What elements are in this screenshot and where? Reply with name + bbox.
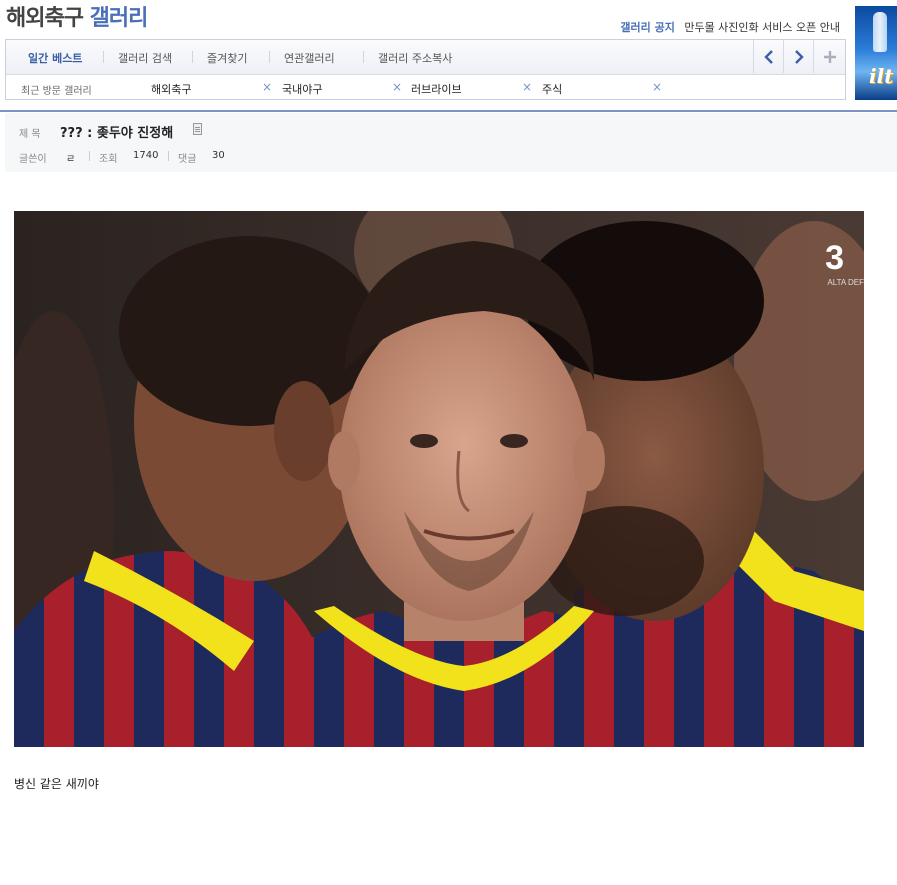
nav-tabs: 일간 베스트 갤러리 검색 즐겨찾기 연관갤러리 갤러리 주소복사 [6, 40, 845, 75]
tab-daily-best[interactable]: 일간 베스트 [28, 50, 82, 66]
notice-link[interactable]: 만두몰 사진인화 서비스 오픈 안내 [684, 21, 840, 34]
ad-logo: ilt [869, 64, 894, 88]
recent-gallery-link[interactable]: 해외축구 [151, 81, 191, 97]
gallery-title-main: 해외축구 [6, 6, 84, 31]
author-label: 글쓴이 [19, 154, 47, 165]
close-icon[interactable]: × [262, 80, 272, 94]
title-label: 제 목 [19, 129, 41, 140]
next-button[interactable] [783, 40, 813, 73]
gallery-title-suffix: 갤러리 [89, 6, 149, 31]
recent-galleries-label: 최근 방문 갤러리 [21, 86, 92, 97]
recent-gallery-link[interactable]: 주식 [542, 81, 562, 97]
gallery-nav: 일간 베스트 갤러리 검색 즐겨찾기 연관갤러리 갤러리 주소복사 최근 방문 … [5, 39, 846, 100]
ad-bottle-image [873, 12, 887, 52]
comments-count[interactable]: 30 [212, 150, 225, 161]
tab-copy-address[interactable]: 갤러리 주소복사 [378, 50, 452, 66]
photo-scene: 3 ALTA DEF [14, 211, 864, 747]
ad-banner[interactable]: ilt [855, 6, 897, 100]
broadcaster-caption: ALTA DEF [827, 278, 864, 287]
tab-gallery-search[interactable]: 갤러리 검색 [118, 50, 172, 66]
close-icon[interactable]: × [522, 80, 532, 94]
comments-label: 댓글 [178, 154, 197, 165]
gallery-notice[interactable]: 갤러리 공지 만두몰 사진인화 서비스 오픈 안내 [620, 21, 840, 35]
tab-related-galleries[interactable]: 연관갤러리 [284, 50, 335, 66]
post-header: 제 목 ??? : 좆두야 진정해 글쓴이 ㄹ 조회 1740 댓글 30 [5, 113, 897, 172]
meta-divider [168, 151, 169, 161]
views-count: 1740 [133, 150, 159, 161]
header-divider [0, 110, 897, 112]
tab-favorites[interactable]: 즐겨찾기 [207, 50, 247, 66]
close-icon[interactable]: × [392, 80, 402, 94]
broadcaster-logo: 3 [825, 239, 844, 277]
add-button[interactable] [813, 40, 845, 73]
recent-gallery-link[interactable]: 국내야구 [282, 81, 322, 97]
post-title: ??? : 좆두야 진정해 [60, 126, 174, 141]
author-name[interactable]: ㄹ [66, 150, 75, 165]
document-icon [193, 123, 202, 135]
notice-label: 갤러리 공지 [620, 21, 675, 34]
chevron-right-icon [794, 49, 804, 64]
gallery-title[interactable]: 해외축구 갤러리 [6, 3, 149, 35]
post-body-text: 병신 같은 새끼야 [14, 777, 99, 791]
post-image: 3 ALTA DEF [14, 211, 864, 747]
views-label: 조회 [99, 154, 118, 165]
tab-divider [103, 51, 104, 63]
recent-galleries: 최근 방문 갤러리 해외축구 × 국내야구 × 러브라이브 × 주식 × [6, 75, 845, 100]
chevron-left-icon [763, 49, 773, 64]
tab-divider [269, 51, 270, 63]
prev-button[interactable] [753, 40, 783, 73]
meta-divider [89, 151, 90, 161]
recent-gallery-link[interactable]: 러브라이브 [411, 81, 462, 97]
plus-icon [823, 50, 836, 63]
tab-divider [192, 51, 193, 63]
close-icon[interactable]: × [652, 80, 662, 94]
tab-divider [363, 51, 364, 63]
